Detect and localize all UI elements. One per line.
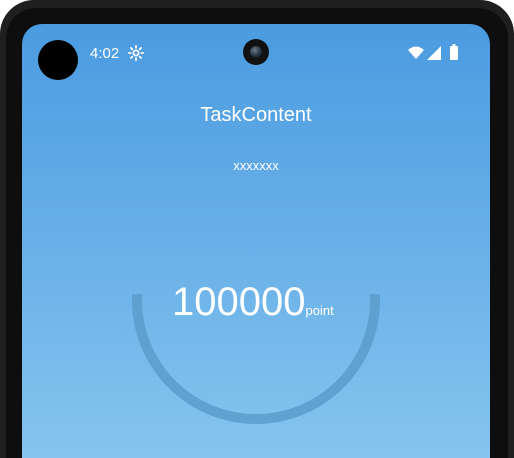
page-title: TaskContent — [200, 104, 312, 126]
avatar — [38, 40, 78, 80]
camera-lens — [250, 46, 262, 58]
points-display: 100000point — [172, 280, 334, 325]
signal-icon — [427, 46, 441, 60]
app-screen: 4:02 TaskContent xxxxxxx 100000point — [22, 24, 490, 458]
status-bar: 4:02 — [22, 24, 490, 80]
points-value: 100000 — [172, 280, 306, 324]
page-subtitle: xxxxxxx — [233, 158, 279, 173]
status-time: 4:02 — [90, 45, 120, 62]
points-unit: point — [305, 303, 334, 318]
gear-icon — [127, 44, 145, 62]
front-camera — [243, 39, 269, 65]
wifi-icon — [408, 46, 424, 59]
battery-icon — [450, 44, 458, 60]
